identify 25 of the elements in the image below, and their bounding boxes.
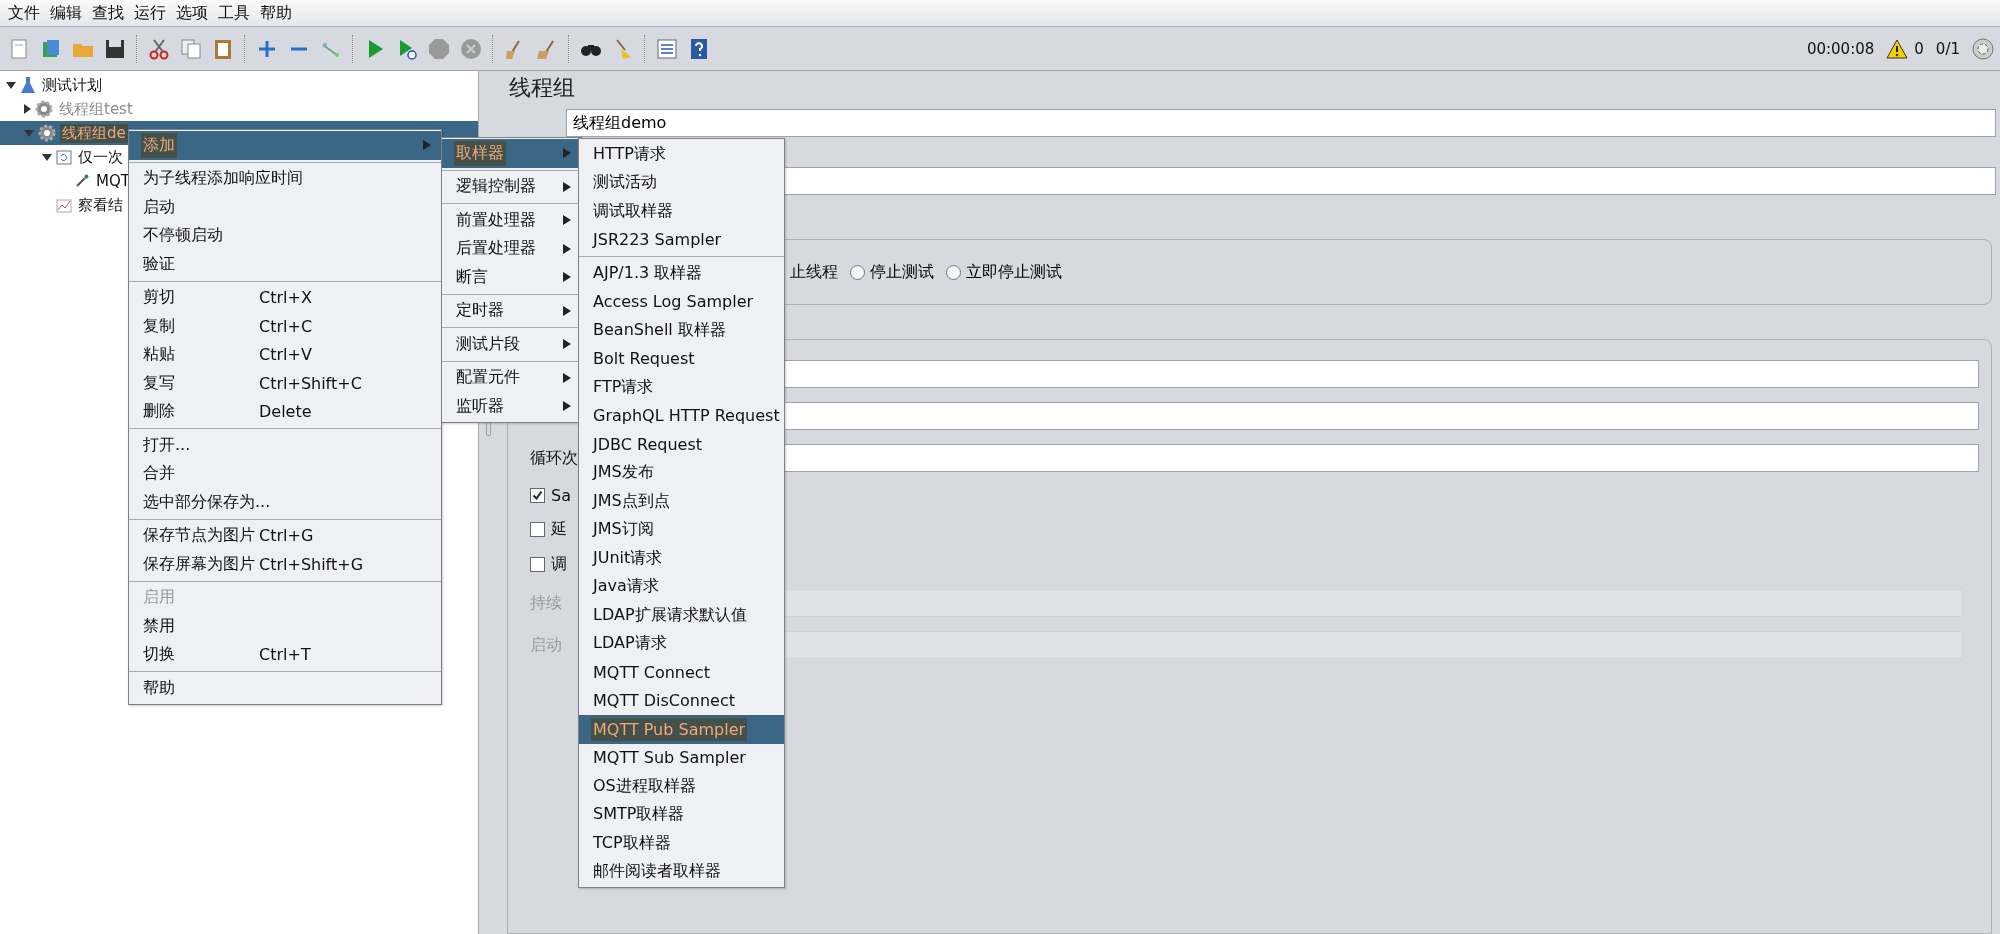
checkbox-label: 延 (551, 519, 567, 540)
shortcut-label: Ctrl+C (259, 316, 314, 336)
radio-label: 止线程 (790, 261, 838, 283)
tree-node-label: 线程组de (60, 123, 128, 143)
shortcut-label: Ctrl+V (259, 345, 313, 365)
shortcut-label: Ctrl+X (259, 288, 313, 308)
shortcut-label: Ctrl+T (259, 645, 312, 665)
shortcut-label: Delete (259, 402, 313, 422)
panel-title: 线程组 (509, 75, 576, 101)
field-label: 启动 (530, 634, 562, 656)
checkbox-label: 调 (551, 554, 567, 575)
checkbox-label: Sa (551, 486, 571, 505)
field-label: 持续 (530, 592, 562, 614)
tree-node-label: 线程组test (58, 99, 134, 119)
tree-node-label: 测试计划 (41, 75, 103, 95)
shortcut-label: Ctrl+Shift+C (259, 373, 363, 393)
thread-count: 0/1 (1935, 39, 1960, 58)
shortcut-label: Ctrl+Shift+G (259, 554, 365, 574)
shortcut-label: Ctrl+G (259, 526, 315, 546)
tree-node-label: 察看结 (77, 195, 124, 215)
tree-node-label: MQT (95, 172, 131, 190)
field-label: 循环次 (530, 447, 578, 469)
elapsed-time: 00:00:08 (1806, 39, 1875, 58)
tree-node-label: 仅一次 (77, 147, 124, 167)
warning-count: 0 (1914, 39, 1924, 58)
